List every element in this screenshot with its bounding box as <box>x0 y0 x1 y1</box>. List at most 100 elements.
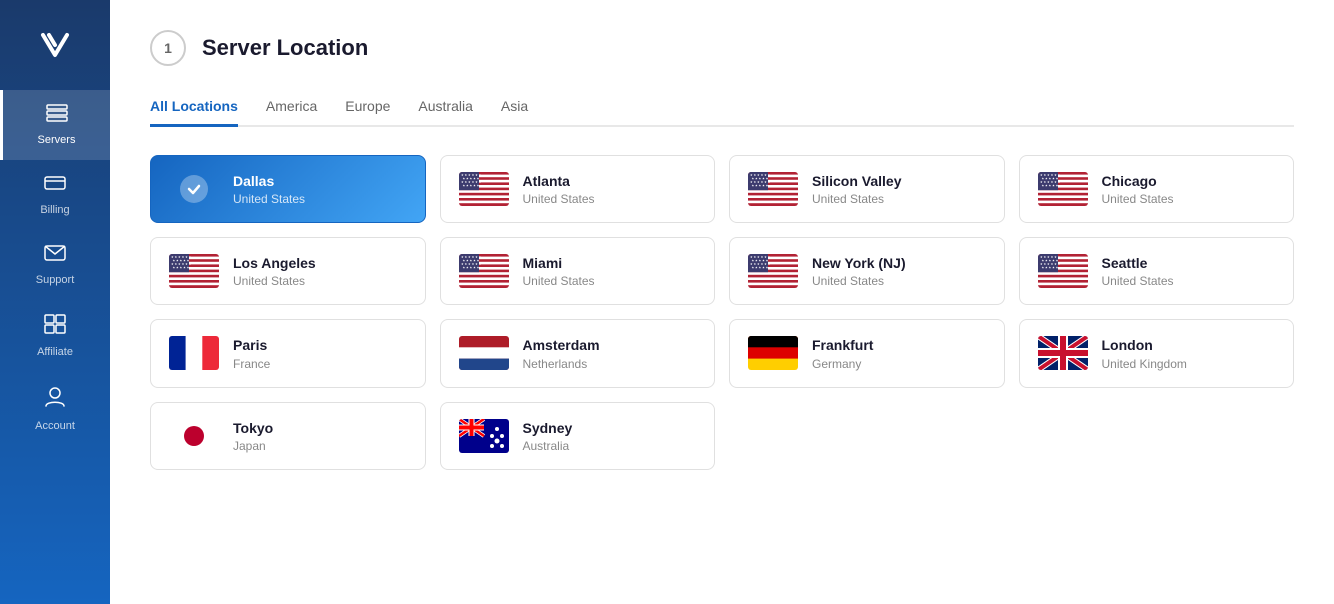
svg-text:★ ★ ★ ★ ★: ★ ★ ★ ★ ★ <box>462 184 479 188</box>
location-card-atlanta[interactable]: ★ ★ ★ ★ ★ ★ ★ ★ ★ ★ ★ ★ ★ ★ ★ ★ ★ ★ ★ ★ … <box>440 155 716 223</box>
location-card-amsterdam[interactable]: Amsterdam Netherlands <box>440 319 716 387</box>
location-tabs: All Locations America Europe Australia A… <box>150 90 1294 127</box>
location-info-seattle: SeattleUnited States <box>1102 254 1276 288</box>
location-country-tokyo: Japan <box>233 439 407 453</box>
location-info-los-angeles: Los Angeles United States <box>233 254 407 288</box>
flag-us: ★ ★ ★ ★ ★ ★ ★ ★ ★ ★ ★ ★ ★ ★ ★ ★ ★ ★ ★ ★ … <box>459 172 509 206</box>
location-country-london: United Kingdom <box>1102 357 1276 371</box>
tab-asia[interactable]: Asia <box>501 90 528 127</box>
location-name-chicago: Chicago <box>1102 172 1276 190</box>
location-card-tokyo[interactable]: Tokyo Japan <box>150 402 426 470</box>
flag-de <box>748 336 798 370</box>
location-country-new-york: United States <box>812 274 986 288</box>
location-info-chicago: Chicago United States <box>1102 172 1276 206</box>
flag-us: ★ ★ ★ ★ ★ ★ ★ ★ ★ ★ ★ ★ ★ ★ ★ ★ ★ ★ ★ ★ … <box>748 254 798 288</box>
location-country-los-angeles: United States <box>233 274 407 288</box>
location-card-dallas[interactable]: Dallas United States <box>150 155 426 223</box>
svg-text:★ ★ ★ ★ ★: ★ ★ ★ ★ ★ <box>1041 184 1058 188</box>
support-icon <box>44 244 66 268</box>
page-header: 1 Server Location <box>150 30 1294 66</box>
location-name-silicon-valley: Silicon Valley <box>812 172 986 190</box>
location-name-miami: Miami <box>523 254 697 272</box>
tab-australia[interactable]: Australia <box>418 90 472 127</box>
sidebar-item-support[interactable]: Support <box>0 230 110 300</box>
location-name-los-angeles: Los Angeles <box>233 254 407 272</box>
location-name-paris: Paris <box>233 336 407 354</box>
location-country-atlanta: United States <box>523 192 697 206</box>
sidebar-item-servers[interactable]: Servers <box>0 90 110 160</box>
location-card-paris[interactable]: Paris France <box>150 319 426 387</box>
svg-text:★ ★ ★ ★ ★: ★ ★ ★ ★ ★ <box>752 266 769 270</box>
sidebar-item-affiliate[interactable]: Affiliate <box>0 300 110 372</box>
sidebar-logo <box>30 20 80 70</box>
location-name-tokyo: Tokyo <box>233 419 407 437</box>
location-info-paris: Paris France <box>233 336 407 370</box>
location-name-dallas: Dallas <box>233 172 407 190</box>
flag-jp <box>169 419 219 453</box>
svg-text:★ ★ ★ ★ ★: ★ ★ ★ ★ ★ <box>1041 266 1058 270</box>
location-info-london: London United Kingdom <box>1102 336 1276 370</box>
location-grid: Dallas United States ★ ★ ★ ★ ★ ★ ★ ★ ★ ★ … <box>150 155 1294 470</box>
location-card-london[interactable]: London United Kingdom <box>1019 319 1295 387</box>
location-info-miami: Miami United States <box>523 254 697 288</box>
location-country-chicago: United States <box>1102 192 1276 206</box>
location-card-frankfurt[interactable]: FrankfurtGermany <box>729 319 1005 387</box>
flag-us: ★ ★ ★ ★ ★ ★ ★ ★ ★ ★ ★ ★ ★ ★ ★ ★ ★ ★ ★ ★ … <box>459 254 509 288</box>
location-name-amsterdam: Amsterdam <box>523 336 697 354</box>
location-country-seattle: United States <box>1102 274 1276 288</box>
sidebar-item-affiliate-label: Affiliate <box>37 346 73 358</box>
sidebar-item-account[interactable]: Account <box>0 372 110 446</box>
sidebar-item-billing[interactable]: Billing <box>0 160 110 230</box>
location-country-paris: France <box>233 357 407 371</box>
flag-au <box>459 419 509 453</box>
sidebar-item-support-label: Support <box>36 274 75 286</box>
flag-us: ★ ★ ★ ★ ★ ★ ★ ★ ★ ★ ★ ★ ★ ★ ★ ★ ★ ★ ★ ★ … <box>1038 172 1088 206</box>
location-country-frankfurt: Germany <box>812 357 986 371</box>
flag-us: ★ ★ ★ ★ ★ ★ ★ ★ ★ ★ ★ ★ ★ ★ ★ ★ ★ ★ ★ ★ … <box>1038 254 1088 288</box>
location-country-amsterdam: Netherlands <box>523 357 697 371</box>
location-info-amsterdam: Amsterdam Netherlands <box>523 336 697 370</box>
main-content: 1 Server Location All Locations America … <box>110 0 1334 604</box>
flag-fr <box>169 336 219 370</box>
location-country-silicon-valley: United States <box>812 192 986 206</box>
location-card-miami[interactable]: ★ ★ ★ ★ ★ ★ ★ ★ ★ ★ ★ ★ ★ ★ ★ ★ ★ ★ ★ ★ … <box>440 237 716 305</box>
location-card-sydney[interactable]: SydneyAustralia <box>440 402 716 470</box>
location-info-new-york: New York (NJ) United States <box>812 254 986 288</box>
flag-nl <box>459 336 509 370</box>
flag-us <box>169 172 219 206</box>
account-icon <box>45 386 65 414</box>
tab-america[interactable]: America <box>266 90 317 127</box>
location-country-sydney: Australia <box>523 439 697 453</box>
sidebar: Servers Billing Support Affiliate Accoun… <box>0 0 110 604</box>
sidebar-item-billing-label: Billing <box>40 204 69 216</box>
location-info-silicon-valley: Silicon Valley United States <box>812 172 986 206</box>
flag-us: ★ ★ ★ ★ ★ ★ ★ ★ ★ ★ ★ ★ ★ ★ ★ ★ ★ ★ ★ ★ … <box>748 172 798 206</box>
svg-text:★ ★ ★ ★ ★: ★ ★ ★ ★ ★ <box>752 184 769 188</box>
location-name-london: London <box>1102 336 1276 354</box>
tab-europe[interactable]: Europe <box>345 90 390 127</box>
step-indicator: 1 <box>150 30 186 66</box>
location-info-dallas: Dallas United States <box>233 172 407 206</box>
location-info-frankfurt: FrankfurtGermany <box>812 336 986 370</box>
location-card-chicago[interactable]: ★ ★ ★ ★ ★ ★ ★ ★ ★ ★ ★ ★ ★ ★ ★ ★ ★ ★ ★ ★ … <box>1019 155 1295 223</box>
location-card-los-angeles[interactable]: ★ ★ ★ ★ ★ ★ ★ ★ ★ ★ ★ ★ ★ ★ ★ ★ ★ ★ ★ ★ … <box>150 237 426 305</box>
sidebar-item-servers-label: Servers <box>38 134 76 146</box>
flag-gb <box>1038 336 1088 370</box>
tab-all-locations[interactable]: All Locations <box>150 90 238 127</box>
location-card-silicon-valley[interactable]: ★ ★ ★ ★ ★ ★ ★ ★ ★ ★ ★ ★ ★ ★ ★ ★ ★ ★ ★ ★ … <box>729 155 1005 223</box>
location-info-atlanta: Atlanta United States <box>523 172 697 206</box>
location-country-dallas: United States <box>233 192 407 206</box>
svg-text:★ ★ ★ ★ ★: ★ ★ ★ ★ ★ <box>173 266 190 270</box>
svg-text:★ ★ ★ ★ ★: ★ ★ ★ ★ ★ <box>462 266 479 270</box>
page-title: Server Location <box>202 35 368 61</box>
location-info-tokyo: Tokyo Japan <box>233 419 407 453</box>
location-name-new-york: New York (NJ) <box>812 254 986 272</box>
location-name-atlanta: Atlanta <box>523 172 697 190</box>
affiliate-icon <box>44 314 66 340</box>
location-country-miami: United States <box>523 274 697 288</box>
flag-us: ★ ★ ★ ★ ★ ★ ★ ★ ★ ★ ★ ★ ★ ★ ★ ★ ★ ★ ★ ★ … <box>169 254 219 288</box>
servers-icon <box>46 104 68 128</box>
location-info-sydney: SydneyAustralia <box>523 419 697 453</box>
location-card-seattle[interactable]: ★ ★ ★ ★ ★ ★ ★ ★ ★ ★ ★ ★ ★ ★ ★ ★ ★ ★ ★ ★ … <box>1019 237 1295 305</box>
location-card-new-york[interactable]: ★ ★ ★ ★ ★ ★ ★ ★ ★ ★ ★ ★ ★ ★ ★ ★ ★ ★ ★ ★ … <box>729 237 1005 305</box>
